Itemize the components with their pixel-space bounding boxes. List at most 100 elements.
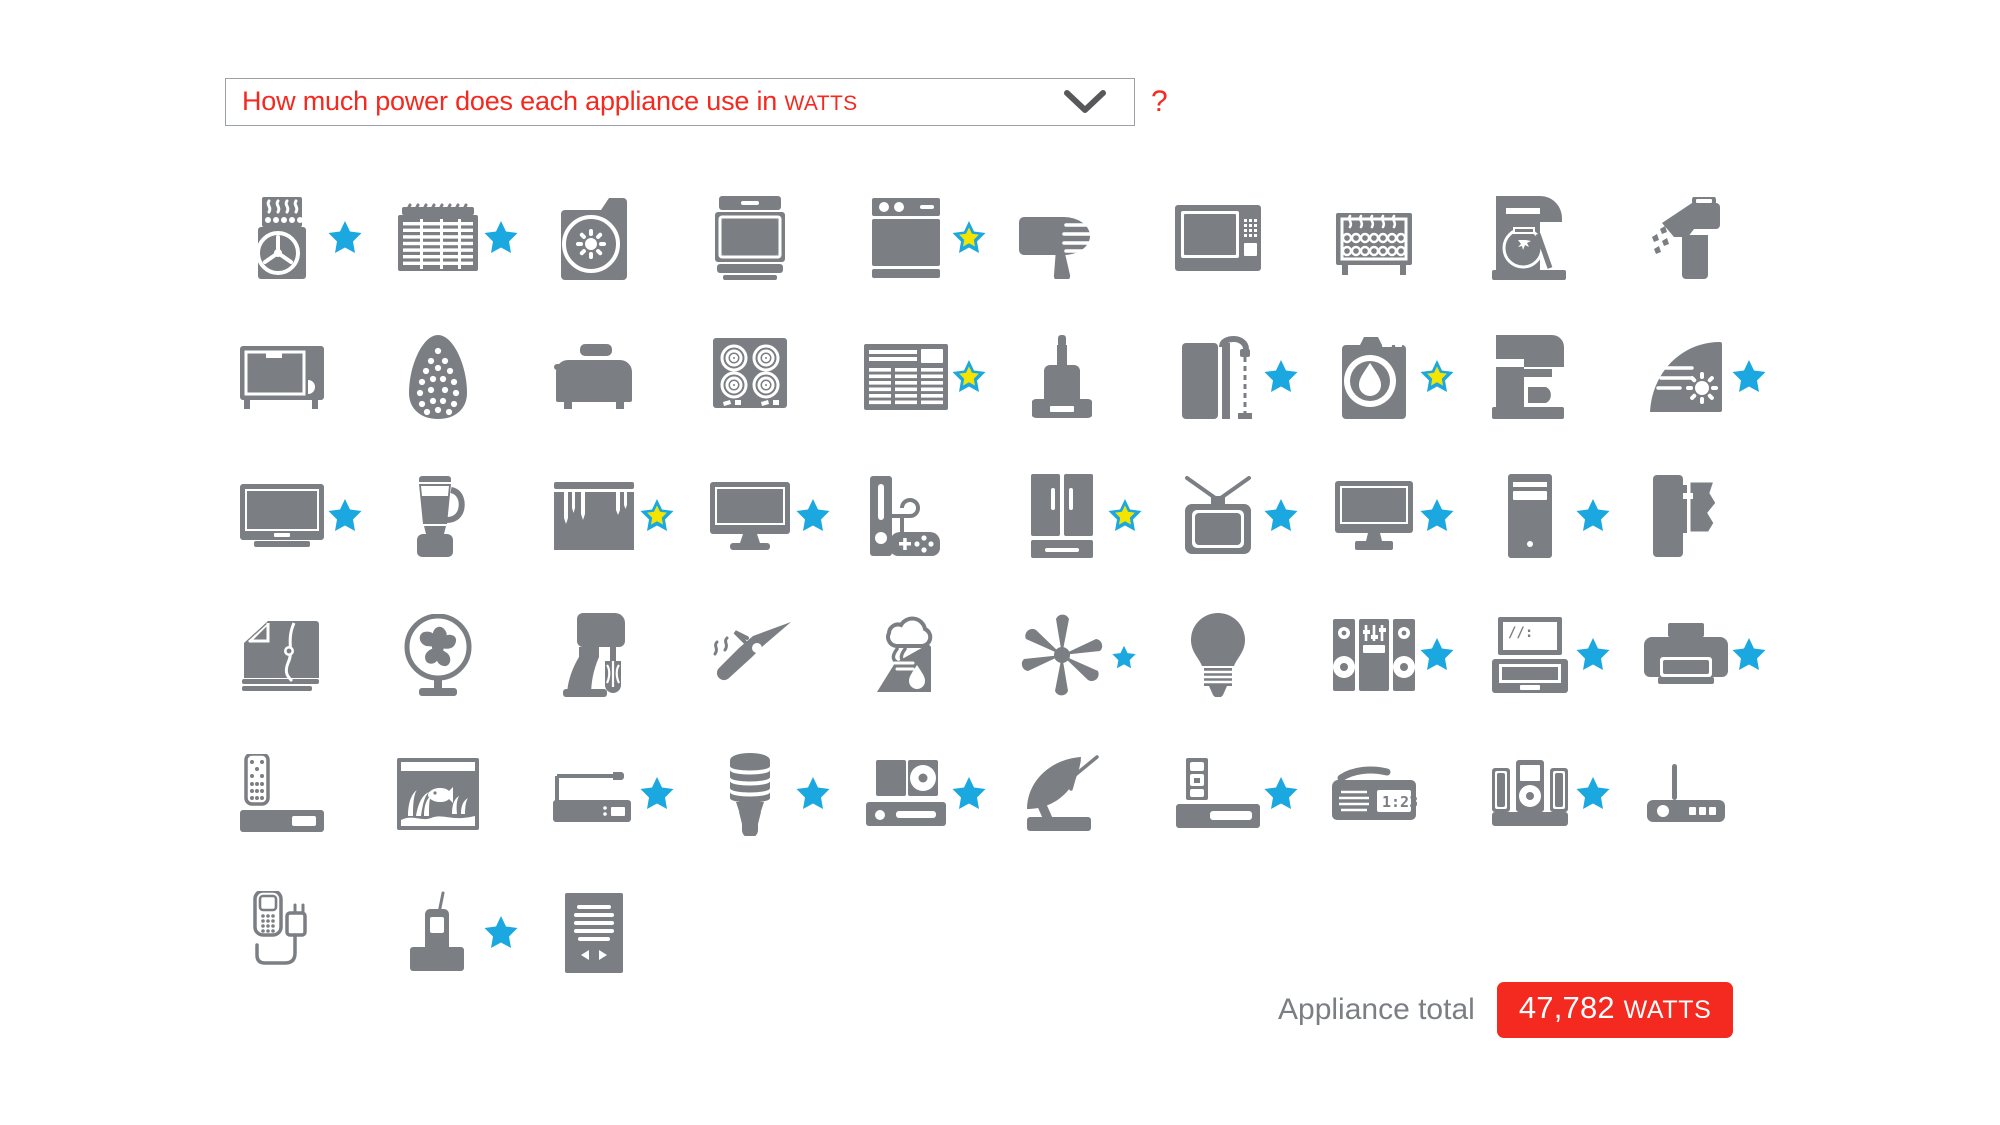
appliance-cell[interactable] [544,307,700,446]
energy-star-blue-icon[interactable] [1732,359,1766,393]
space-heater-icon[interactable] [1324,193,1424,283]
game-console-icon[interactable] [856,471,956,561]
appliance-cell[interactable] [1324,168,1480,307]
appliance-cell[interactable] [1324,307,1480,446]
appliance-cell[interactable] [544,446,700,585]
appliance-cell[interactable] [1012,585,1168,724]
energy-star-blue-icon[interactable] [1264,776,1298,810]
energy-star-blue-icon[interactable] [484,915,518,949]
appliance-cell[interactable] [856,446,1012,585]
electric-blanket-icon[interactable] [232,610,332,700]
appliance-cell[interactable] [388,724,544,863]
appliance-cell[interactable] [1168,168,1324,307]
appliance-cell[interactable] [232,724,388,863]
appliance-cell[interactable] [1636,446,1792,585]
cordless-phone-icon[interactable] [388,888,488,978]
oven-range-icon[interactable] [700,193,800,283]
energy-star-yellow-icon[interactable] [952,220,986,254]
appliance-cell[interactable] [1168,307,1324,446]
chevron-down-icon[interactable] [1064,89,1106,115]
energy-star-blue-icon[interactable] [328,498,362,532]
energy-star-blue-icon[interactable] [484,220,518,254]
pedestal-fan-icon[interactable] [388,610,488,700]
answering-machine-icon[interactable] [544,888,644,978]
energy-star-blue-icon[interactable] [1576,637,1610,671]
appliance-cell[interactable] [1168,585,1324,724]
energy-star-blue-icon[interactable] [1420,498,1454,532]
humidifier-icon[interactable] [856,610,956,700]
appliance-cell[interactable] [1480,724,1636,863]
satellite-dish-icon[interactable] [1012,749,1112,839]
ceiling-fan-icon[interactable] [1012,610,1112,700]
ipod-dock-icon[interactable] [1480,749,1580,839]
appliance-cell[interactable] [1480,307,1636,446]
appliance-cell[interactable] [1480,168,1636,307]
appliance-cell[interactable] [232,168,388,307]
garbage-disposal-icon[interactable] [1636,193,1736,283]
blender-icon[interactable] [388,471,488,561]
appliance-cell[interactable] [1636,585,1792,724]
laptop-icon[interactable]: //: [1480,610,1580,700]
window-ac-icon[interactable] [856,332,956,422]
light-bulb-icon[interactable] [1168,610,1268,700]
energy-star-blue-icon[interactable] [1576,776,1610,810]
clothes-iron-icon[interactable] [388,332,488,422]
lcd-monitor-icon[interactable] [1324,471,1424,561]
appliance-cell[interactable] [856,585,1012,724]
toaster-oven-icon[interactable] [232,332,332,422]
toaster-icon[interactable] [544,332,644,422]
appliance-cell[interactable] [1012,724,1168,863]
microwave-icon[interactable] [1168,193,1268,283]
appliance-cell[interactable] [388,585,544,724]
appliance-cell[interactable] [1636,168,1792,307]
stereo-system-icon[interactable] [1324,610,1424,700]
energy-star-yellow-icon[interactable] [1420,359,1454,393]
disc-player-icon[interactable] [856,749,956,839]
dehumidifier-icon[interactable] [1636,332,1736,422]
energy-star-blue-icon[interactable] [640,776,674,810]
help-question-mark[interactable]: ? [1151,87,1168,117]
appliance-cell[interactable] [1480,446,1636,585]
appliance-cell[interactable] [1636,307,1792,446]
energy-star-blue-icon[interactable] [1732,637,1766,671]
refrigerator-icon[interactable] [1012,471,1112,561]
dvr-receiver-icon[interactable] [1168,749,1268,839]
appliance-cell[interactable] [388,446,544,585]
printer-icon[interactable] [1636,610,1736,700]
hair-dryer-icon[interactable] [1012,193,1112,283]
dishwasher-icon[interactable] [856,193,956,283]
appliance-cell[interactable] [388,168,544,307]
cable-box-icon[interactable] [544,749,644,839]
cfl-bulb-icon[interactable] [700,749,800,839]
dvd-player-remote-icon[interactable] [232,749,332,839]
crt-television-icon[interactable] [1168,471,1268,561]
appliance-cell[interactable] [544,863,700,1002]
appliance-cell[interactable] [544,168,700,307]
appliance-cell[interactable] [700,585,856,724]
clothes-dryer-icon[interactable] [544,193,644,283]
central-air-icon[interactable] [388,193,488,283]
washing-machine-icon[interactable] [1324,332,1424,422]
curling-iron-icon[interactable] [700,610,800,700]
appliance-cell[interactable] [232,307,388,446]
energy-star-yellow-icon[interactable] [640,498,674,532]
energy-star-blue-icon[interactable] [1264,359,1298,393]
appliance-cell[interactable] [1012,168,1168,307]
appliance-cell[interactable] [856,724,1012,863]
energy-star-blue-icon[interactable] [1420,637,1454,671]
water-dispenser-icon[interactable] [1636,471,1736,561]
stand-mixer-icon[interactable] [544,610,644,700]
appliance-cell[interactable] [544,585,700,724]
energy-star-blue-icon[interactable] [1576,498,1610,532]
appliance-cell[interactable] [232,446,388,585]
furnace-icon[interactable] [232,193,332,283]
appliance-cell[interactable] [700,307,856,446]
appliance-cell[interactable] [388,863,544,1002]
appliance-cell[interactable] [388,307,544,446]
flat-screen-tv-icon[interactable] [232,471,332,561]
wifi-router-icon[interactable] [1636,749,1736,839]
energy-star-yellow-icon[interactable] [1108,498,1142,532]
appliance-cell[interactable] [544,724,700,863]
chest-freezer-icon[interactable] [544,471,644,561]
appliance-cell[interactable] [1012,446,1168,585]
